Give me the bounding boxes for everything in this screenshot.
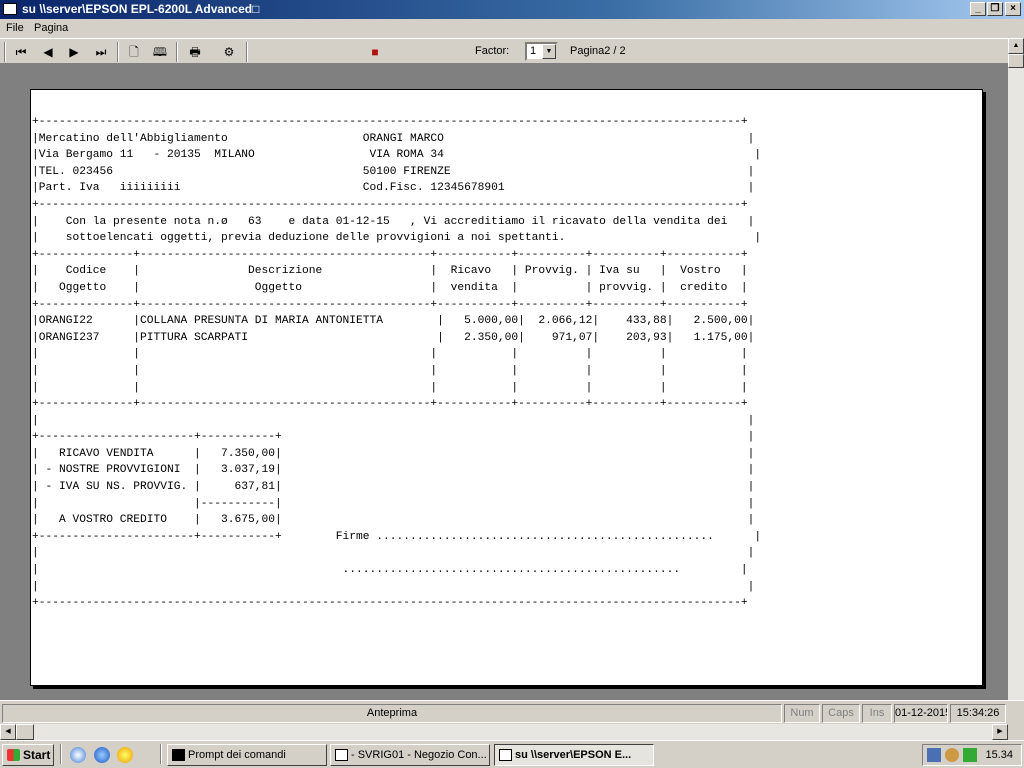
network-icon[interactable]: [927, 748, 941, 762]
task-label: Prompt dei comandi: [188, 749, 286, 761]
minimize-button[interactable]: _: [970, 2, 986, 16]
report-text: +---------------------------------------…: [32, 114, 761, 612]
report-line: +---------------------------------------…: [32, 116, 748, 128]
first-page-icon[interactable]: ⏮: [10, 42, 32, 62]
report-line: +--------------+------------------------…: [32, 398, 748, 411]
report-line: +-----------------------+-----------+ Fi…: [32, 530, 762, 543]
report-line: +--------------+------------------------…: [32, 248, 748, 261]
exit-icon[interactable]: ■: [364, 42, 386, 62]
scroll-up-icon[interactable]: ▲: [1008, 38, 1024, 54]
window-title: su \\server\EPSON EPL-6200L Advanced□: [22, 2, 260, 16]
report-line: | ......................................…: [32, 564, 748, 577]
ins-indicator: Ins: [862, 704, 892, 723]
previous-page-icon[interactable]: ◀: [37, 42, 59, 62]
two-pages-icon[interactable]: 🕮: [149, 42, 171, 62]
system-tray: 15.34: [922, 744, 1022, 766]
media-player-icon[interactable]: [117, 747, 133, 763]
scroll-left-icon[interactable]: ◀: [0, 724, 16, 740]
status-date: 01-12-2015: [894, 704, 948, 723]
report-line: +---------------------------------------…: [32, 198, 748, 211]
report-line: | |: [32, 547, 755, 560]
status-bar: Anteprima Num Caps Ins 01-12-2015 15:34:…: [0, 700, 1024, 724]
task-epson-preview[interactable]: su \\server\EPSON E...: [494, 744, 654, 766]
separator-grip-icon: [4, 42, 6, 62]
print-setup-icon[interactable]: ⚙: [218, 42, 240, 62]
chevron-down-icon[interactable]: ▼: [542, 44, 556, 59]
window-icon: [499, 749, 512, 761]
task-label: - SVRIG01 - Negozio Con...: [351, 749, 487, 761]
last-page-icon[interactable]: ⏭: [90, 42, 112, 62]
toolbar-separator: [176, 42, 178, 62]
report-line: |TEL. 023456 50100 FIRENZE |: [32, 165, 755, 178]
report-line: | sottoelencati oggetti, previa deduzion…: [32, 232, 762, 245]
report-line: |ORANGI237 |PITTURA SCARPATI | 2.350,00|…: [32, 331, 755, 344]
report-line: | Oggetto | Oggetto | vendita | | provvi…: [32, 281, 748, 294]
show-desktop-icon[interactable]: [70, 747, 86, 763]
single-page-icon[interactable]: 🗋: [123, 42, 145, 62]
scroll-right-icon[interactable]: ▶: [992, 724, 1008, 740]
restore-button[interactable]: ❐: [987, 2, 1003, 16]
report-line: | A VOSTRO CREDITO | 3.675,00| |: [32, 514, 755, 527]
report-line: +-----------------------+-----------+ |: [32, 431, 755, 444]
internet-explorer-icon[interactable]: [94, 747, 110, 763]
factor-select[interactable]: 1 ▼: [525, 42, 558, 61]
num-indicator: Num: [784, 704, 820, 723]
report-line: | Codice | Descrizione | Ricavo | Provvi…: [32, 265, 748, 278]
report-line: | RICAVO VENDITA | 7.350,00| |: [32, 447, 755, 460]
report-line: +---------------------------------------…: [32, 597, 748, 610]
factor-value: 1: [530, 45, 537, 57]
report-line: | |: [32, 414, 755, 427]
next-page-icon[interactable]: ▶: [63, 42, 85, 62]
scroll-thumb[interactable]: [1008, 54, 1024, 68]
caps-indicator: Caps: [822, 704, 860, 723]
horizontal-scrollbar[interactable]: ◀ ▶: [0, 724, 1008, 740]
status-text: Anteprima: [2, 704, 782, 723]
taskbar-separator: [160, 744, 162, 764]
toolbar-separator: [117, 42, 119, 62]
taskbar: Start Prompt dei comandi - SVRIG01 - Neg…: [0, 740, 1024, 768]
clock: 15.34: [985, 749, 1013, 761]
report-line: | |-----------| |: [32, 497, 755, 510]
report-page: +---------------------------------------…: [30, 89, 983, 686]
report-line: | | | | | | |: [32, 348, 748, 361]
title-bar[interactable]: su \\server\EPSON EPL-6200L Advanced□ _ …: [0, 0, 1024, 19]
window-icon: [335, 749, 348, 761]
task-label: su \\server\EPSON E...: [515, 749, 632, 761]
report-line: | - NOSTRE PROVVIGIONI | 3.037,19| |: [32, 464, 755, 477]
toolbar-separator: [246, 42, 248, 62]
command-prompt-icon: [172, 749, 185, 761]
update-icon[interactable]: [963, 748, 977, 762]
app-icon[interactable]: [3, 3, 17, 15]
page-indicator: Pagina2 / 2: [570, 45, 626, 57]
factor-label: Factor:: [475, 45, 510, 57]
taskbar-separator: [60, 744, 62, 764]
vertical-scrollbar[interactable]: ▲ ▼: [1008, 38, 1024, 724]
report-line: +--------------+------------------------…: [32, 298, 748, 311]
toolbar: ⏮ ◀ ▶ ⏭ 🗋 🕮 🖶 ⚙ ■ Factor: 1 ▼ Pagina2 / …: [0, 38, 1008, 64]
report-line: | Con la presente nota n.ø 63 e data 01-…: [32, 215, 755, 228]
start-label: Start: [23, 748, 51, 762]
horizontal-scroll-thumb[interactable]: [16, 724, 34, 740]
report-line: |ORANGI22 |COLLANA PRESUNTA DI MARIA ANT…: [32, 315, 755, 328]
task-svrig01[interactable]: - SVRIG01 - Negozio Con...: [330, 744, 490, 766]
start-button[interactable]: Start: [2, 744, 54, 766]
close-button[interactable]: ×: [1005, 2, 1021, 16]
status-time: 15:34:26: [950, 704, 1006, 723]
report-line: |Mercatino dell'Abbigliamento ORANGI MAR…: [32, 132, 755, 145]
windows-logo-icon: [7, 749, 20, 761]
print-icon[interactable]: 🖶: [184, 42, 206, 62]
preview-area[interactable]: +---------------------------------------…: [0, 64, 1008, 700]
report-line: | - IVA SU NS. PROVVIG. | 637,81| |: [32, 481, 755, 494]
report-line: |Part. Iva iiiiiiiii Cod.Fisc. 123456789…: [32, 182, 755, 195]
menu-pagina[interactable]: Pagina: [34, 22, 68, 34]
report-line: | | | | | | |: [32, 364, 748, 377]
report-line: | | | | | | |: [32, 381, 748, 394]
report-line: | |: [32, 580, 755, 593]
security-icon[interactable]: [945, 748, 959, 762]
task-command-prompt[interactable]: Prompt dei comandi: [167, 744, 327, 766]
menu-file[interactable]: File: [6, 22, 24, 34]
menu-bar: File Pagina: [0, 19, 1024, 38]
report-line: |Via Bergamo 11 - 20135 MILANO VIA ROMA …: [32, 149, 762, 162]
